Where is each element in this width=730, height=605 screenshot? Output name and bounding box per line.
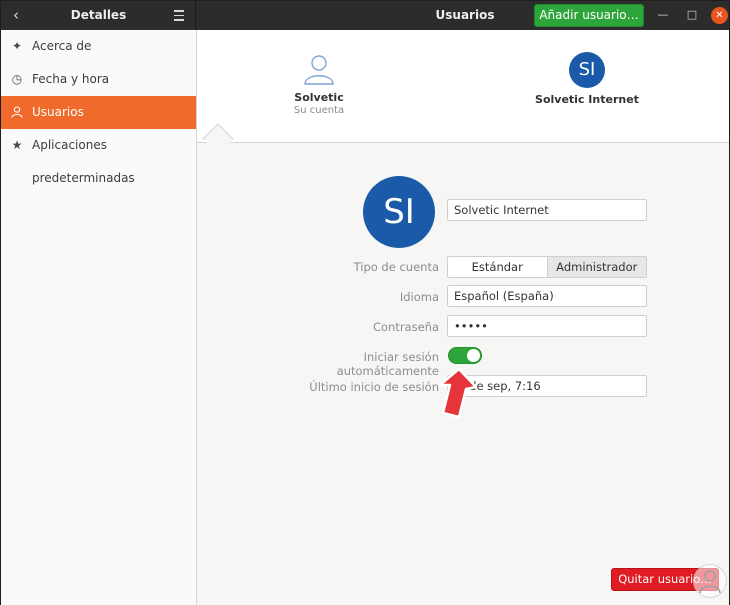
password-field[interactable]: ••••• <box>447 315 647 337</box>
sidebar-item-aplicaciones[interactable]: ★ Aplicaciones predeterminadas <box>1 129 196 185</box>
user-card-solvetic[interactable]: Solvetic Su cuenta <box>269 52 369 116</box>
sidebar: ✦ Acerca de ◷ Fecha y hora Usuarios ★ Ap… <box>1 30 197 605</box>
full-name-field[interactable]: Solvetic Internet <box>447 199 647 221</box>
sparkle-icon: ✦ <box>11 39 23 53</box>
account-type-label: Tipo de cuenta <box>353 260 439 274</box>
password-label: Contraseña <box>372 320 439 334</box>
menu-button[interactable] <box>171 7 187 23</box>
autologin-label: Iniciar sesión automáticamente <box>336 350 439 378</box>
avatar: SI <box>569 52 605 88</box>
page-title: Usuarios <box>435 8 495 22</box>
user-icon <box>10 96 24 131</box>
sidebar-item-label: Aplicaciones predeterminadas <box>32 138 135 185</box>
user-card-name: Solvetic <box>294 91 344 104</box>
minimize-icon: — <box>657 8 669 21</box>
user-carousel: Solvetic Su cuenta SI Solvetic Internet <box>197 30 729 143</box>
minimize-button[interactable]: — <box>655 7 671 23</box>
header-bar: ‹ Detalles Usuarios Añadir usuario… — □ … <box>1 1 729 30</box>
maximize-icon: □ <box>686 8 698 21</box>
red-arrow-annotation <box>438 367 478 419</box>
account-type-admin-button[interactable]: Administrador <box>546 257 646 277</box>
toggle-knob <box>467 349 480 362</box>
user-card-name: Solvetic Internet <box>535 93 639 106</box>
sidebar-title: Detalles <box>70 8 127 22</box>
sidebar-item-usuarios[interactable]: Usuarios <box>1 96 196 129</box>
last-login-label: Último inicio de sesión <box>309 380 439 394</box>
maximize-button[interactable]: □ <box>684 7 700 23</box>
user-card-solvetic-internet[interactable]: SI Solvetic Internet <box>527 52 647 106</box>
sidebar-item-label: Fecha y hora <box>32 72 110 86</box>
sidebar-header: ‹ Detalles <box>1 1 196 30</box>
add-user-button[interactable]: Añadir usuario… <box>534 4 644 27</box>
autologin-toggle[interactable] <box>448 347 482 364</box>
account-type-switcher: Estándar Administrador <box>447 256 647 278</box>
user-card-subtitle: Su cuenta <box>293 105 345 116</box>
sidebar-item-label: Acerca de <box>32 39 92 53</box>
close-icon: ✕ <box>715 10 724 21</box>
watermark-logo <box>693 564 727 598</box>
star-icon: ★ <box>11 138 23 152</box>
language-field[interactable]: Español (España) <box>447 285 647 307</box>
user-avatar[interactable]: SI <box>363 176 435 248</box>
sidebar-item-fecha-hora[interactable]: ◷ Fecha y hora <box>1 63 196 96</box>
hamburger-menu-icon <box>171 10 187 21</box>
users-panel: Solvetic Su cuenta SI Solvetic Internet … <box>197 30 729 605</box>
account-type-standard-button[interactable]: Estándar <box>448 257 547 277</box>
settings-window: ‹ Detalles Usuarios Añadir usuario… — □ … <box>0 0 730 605</box>
language-label: Idioma <box>399 290 439 304</box>
clock-icon: ◷ <box>11 72 23 86</box>
sidebar-item-acerca-de[interactable]: ✦ Acerca de <box>1 30 196 63</box>
user-outline-icon <box>302 52 336 86</box>
sidebar-item-label: Usuarios <box>32 105 84 119</box>
close-button[interactable]: ✕ <box>711 7 728 24</box>
